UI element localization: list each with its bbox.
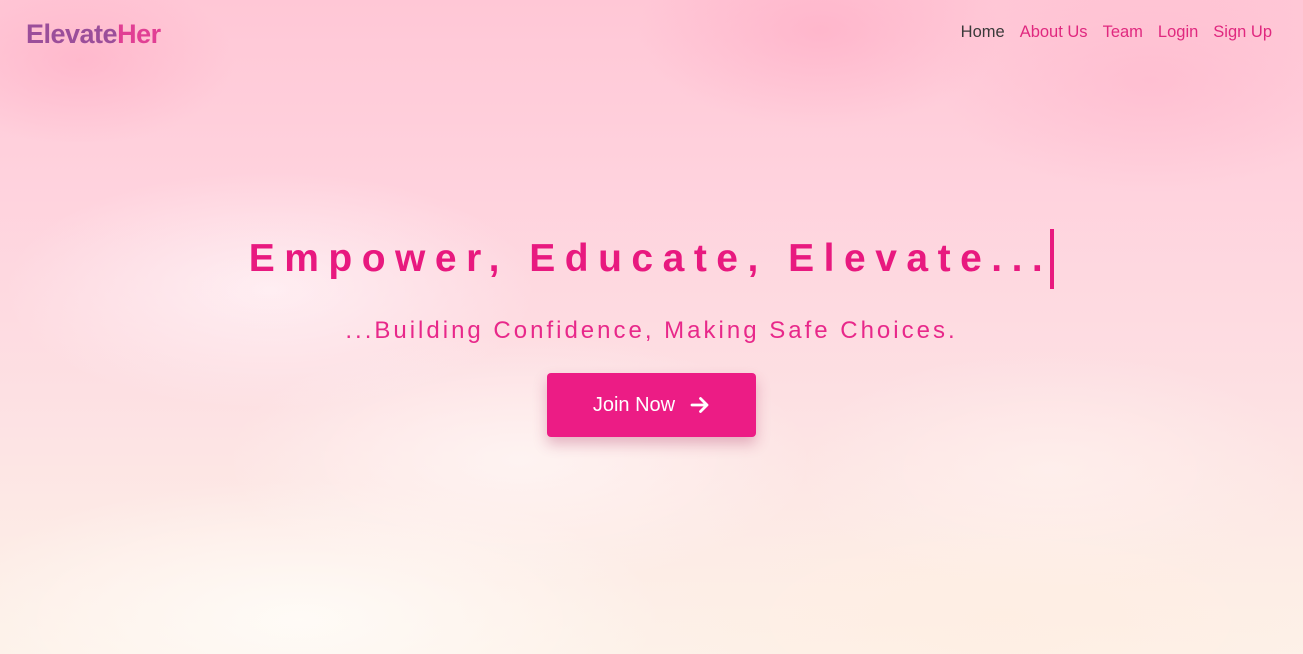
hero-section: Empower, Educate, Elevate... ...Building… (0, 0, 1303, 654)
join-now-label: Join Now (592, 393, 676, 416)
hero-headline: Empower, Educate, Elevate... (248, 237, 1053, 280)
arrow-right-icon (690, 396, 710, 414)
typing-cursor (1050, 229, 1055, 289)
hero-subheadline: ...Building Confidence, Making Safe Choi… (345, 317, 958, 344)
join-now-button[interactable]: Join Now (547, 373, 756, 437)
headline-container: Empower, Educate, Elevate... (0, 228, 1303, 290)
